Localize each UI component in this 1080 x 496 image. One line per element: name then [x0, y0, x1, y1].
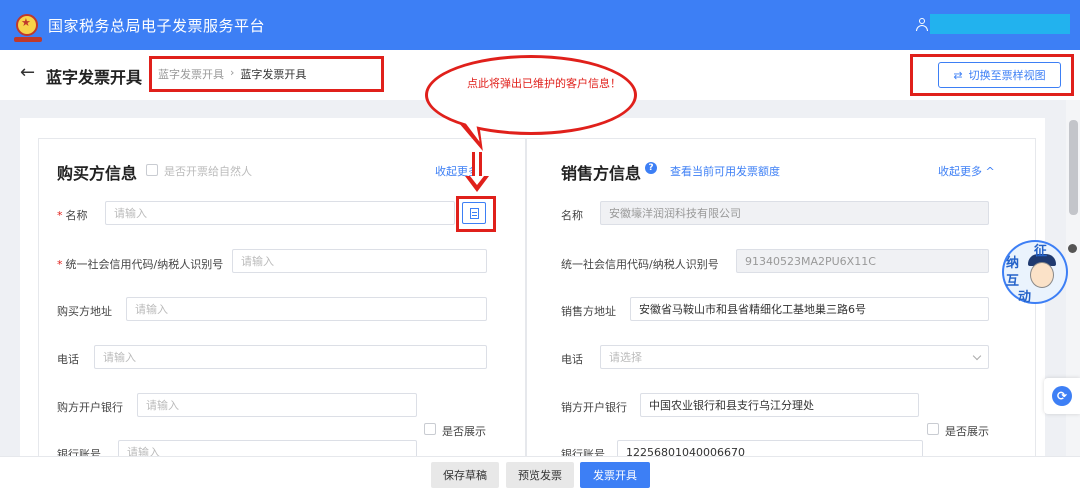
view-quota-link[interactable]: 查看当前可用发票额度: [670, 163, 780, 179]
buyer-show-bank-checkbox[interactable]: [424, 423, 436, 435]
page-title: 蓝字发票开具: [46, 68, 143, 87]
seller-address-label: 销售方地址: [561, 305, 616, 318]
buyer-phone-input[interactable]: 请输入: [94, 345, 487, 369]
arrow-left-icon[interactable]: ←: [20, 62, 35, 83]
buyer-section-title: 购买方信息: [57, 164, 138, 183]
mascot-face-icon: [1030, 262, 1054, 288]
annotation-arrow: [472, 152, 482, 178]
tax-interaction-mascot[interactable]: 征 纳 互 动: [1002, 240, 1068, 305]
annotation-box-customer-button: [456, 196, 496, 232]
annotation-callout: [425, 55, 637, 135]
seller-tax-id-field: 91340523MA2PU6X11C: [736, 249, 989, 273]
mascot-char-4: 动: [1018, 290, 1032, 305]
seller-bank-input[interactable]: 中国农业银行和县支行乌江分理处: [640, 393, 919, 417]
natural-person-label: 是否开票给自然人: [164, 165, 252, 178]
emblem-icon: ★: [14, 14, 42, 42]
seller-show-bank-label: 是否展示: [945, 425, 989, 438]
app-title: 国家税务总局电子发票服务平台: [48, 16, 266, 35]
collapse-widget-icon[interactable]: [1068, 244, 1077, 253]
service-icon: ⟳: [1052, 386, 1072, 406]
buyer-bank-input[interactable]: 请输入: [137, 393, 417, 417]
seller-name-label: 名称: [561, 209, 583, 222]
issue-invoice-button[interactable]: 发票开具: [580, 462, 650, 488]
natural-person-checkbox[interactable]: [146, 164, 158, 176]
seller-bank-label: 销方开户银行: [561, 401, 627, 414]
seller-address-input[interactable]: 安徽省马鞍山市和县省精细化工基地巢三路6号: [630, 297, 989, 321]
seller-collapse-link[interactable]: 收起更多 ^: [938, 163, 995, 179]
buyer-address-label: 购买方地址: [57, 305, 112, 318]
callout-text: 点此将弹出已维护的客户信息！: [467, 77, 621, 90]
user-icon[interactable]: [916, 18, 928, 32]
seller-show-bank-checkbox[interactable]: [927, 423, 939, 435]
seller-phone-placeholder: 请选择: [609, 351, 642, 364]
buyer-name-label: * 名称: [57, 209, 88, 222]
user-name-redacted[interactable]: [930, 14, 1070, 34]
annotation-box-switch: [910, 54, 1074, 96]
buyer-bank-label: 购方开户银行: [57, 401, 123, 414]
help-icon[interactable]: ?: [645, 162, 657, 174]
annotation-box-breadcrumb: [149, 56, 384, 92]
chevron-down-icon: [972, 351, 982, 361]
seller-name-field: 安徽壕洋润润科技有限公司: [600, 201, 989, 225]
mascot-char-2: 纳: [1006, 256, 1020, 271]
scrollbar-thumb[interactable]: [1069, 120, 1078, 215]
buyer-address-input[interactable]: 请输入: [126, 297, 487, 321]
buyer-tax-id-input[interactable]: 请输入: [232, 249, 487, 273]
buyer-phone-label: 电话: [57, 353, 79, 366]
mascot-char-1: 征: [1034, 244, 1048, 259]
seller-tax-id-label: 统一社会信用代码/纳税人识别号: [561, 258, 719, 271]
buyer-name-input[interactable]: 请输入: [105, 201, 455, 225]
floating-service-button[interactable]: ⟳: [1044, 378, 1080, 414]
buyer-tax-id-label: * 统一社会信用代码/纳税人识别号: [57, 258, 224, 271]
seller-section-title: 销售方信息: [561, 164, 642, 183]
seller-phone-select[interactable]: 请选择: [600, 345, 989, 369]
buyer-show-bank-label: 是否展示: [442, 425, 486, 438]
preview-invoice-button[interactable]: 预览发票: [506, 462, 574, 488]
save-draft-button[interactable]: 保存草稿: [431, 462, 499, 488]
seller-phone-label: 电话: [561, 353, 583, 366]
